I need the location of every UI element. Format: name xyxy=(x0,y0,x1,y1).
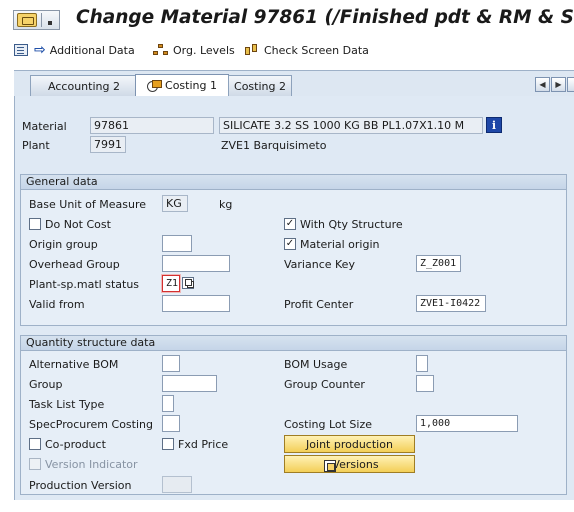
tab-list-button[interactable] xyxy=(567,77,574,92)
general-data-title: General data xyxy=(21,175,566,190)
tab-label: Costing 1 xyxy=(165,79,217,92)
arrow-right-icon: ⇨ xyxy=(34,42,46,58)
info-icon[interactable]: i xyxy=(486,117,502,133)
bom-usage-label: BOM Usage xyxy=(284,358,348,371)
org-levels-icon xyxy=(153,44,169,56)
check-screen-data-label: Check Screen Data xyxy=(264,43,369,57)
menu-icon[interactable] xyxy=(13,10,60,30)
version-indicator-checkbox xyxy=(29,458,41,470)
co-product-checkbox[interactable] xyxy=(29,438,41,450)
tab-label: Costing 2 xyxy=(234,79,286,93)
separator xyxy=(41,13,42,27)
valid-from-label: Valid from xyxy=(29,298,85,311)
bom-usage-input[interactable] xyxy=(416,355,428,372)
plant-description: ZVE1 Barquisimeto xyxy=(221,139,327,152)
fxd-price-label: Fxd Price xyxy=(178,438,229,451)
material-field: 97861 xyxy=(90,117,214,134)
task-list-type-label: Task List Type xyxy=(29,398,105,411)
group-label: Group xyxy=(29,378,63,391)
new-entries-button[interactable] xyxy=(14,41,32,59)
specprocurem-costing-label: SpecProcurem Costing xyxy=(29,418,153,431)
title-bar: Change Material 97861 (/Finished pdt & R… xyxy=(0,0,574,38)
costing-lot-size-label: Costing Lot Size xyxy=(284,418,373,431)
fxd-price-checkbox[interactable] xyxy=(162,438,174,450)
dropdown-dot-icon xyxy=(48,21,52,25)
material-description-field: SILICATE 3.2 SS 1000 KG BB PL1.07X1.10 M xyxy=(219,117,483,134)
plant-field: 7991 xyxy=(90,136,126,153)
plant-status-input[interactable]: Z1 xyxy=(162,275,180,292)
costing-lot-size-input[interactable]: 1,000 xyxy=(416,415,518,432)
profit-center-input[interactable]: ZVE1-I0422 xyxy=(416,295,486,312)
check-screen-data-icon xyxy=(244,44,260,56)
joint-production-label: Joint production xyxy=(306,437,393,451)
versions-button[interactable]: Versions xyxy=(284,455,415,473)
additional-data-label: Additional Data xyxy=(49,43,135,57)
group-counter-input[interactable] xyxy=(416,375,434,392)
origin-group-label: Origin group xyxy=(29,238,98,251)
tab-scroll-right-button[interactable]: ▶ xyxy=(551,77,566,92)
group-counter-label: Group Counter xyxy=(284,378,365,391)
search-help-icon[interactable] xyxy=(182,277,194,289)
profit-center-label: Profit Center xyxy=(284,298,354,311)
production-version-input xyxy=(162,476,192,493)
tab-accounting-2[interactable]: Accounting 2 xyxy=(30,75,138,96)
info-glyph: i xyxy=(491,118,497,132)
base-uom-label: Base Unit of Measure xyxy=(29,198,147,211)
application-toolbar: ⇨ Additional Data Org. Levels Check Scre… xyxy=(0,38,574,62)
origin-group-input[interactable] xyxy=(162,235,192,252)
overhead-group-label: Overhead Group xyxy=(29,258,120,271)
page-title: Change Material 97861 (/Finished pdt & R… xyxy=(76,7,574,28)
task-list-type-input[interactable] xyxy=(162,395,174,412)
alternative-bom-label: Alternative BOM xyxy=(29,358,119,371)
new-entries-icon xyxy=(14,44,28,56)
with-qty-structure-checkbox[interactable]: ✓ xyxy=(284,218,296,230)
version-indicator-label: Version Indicator xyxy=(45,458,138,471)
additional-data-button[interactable]: ⇨ Additional Data xyxy=(34,41,135,59)
valid-from-input[interactable] xyxy=(162,295,230,312)
production-version-label: Production Version xyxy=(29,479,132,492)
variance-key-label: Variance Key xyxy=(284,258,355,271)
checkmark-icon: ✓ xyxy=(285,238,295,249)
material-origin-checkbox[interactable]: ✓ xyxy=(284,238,296,250)
versions-icon xyxy=(324,460,337,472)
org-levels-button[interactable]: Org. Levels xyxy=(153,41,235,59)
joint-production-button[interactable]: Joint production xyxy=(284,435,415,453)
plant-label: Plant xyxy=(22,139,50,152)
tab-costing-1[interactable]: Costing 1 xyxy=(135,74,229,96)
tab-label: Accounting 2 xyxy=(48,79,120,93)
plant-status-label: Plant-sp.matl status xyxy=(29,278,140,291)
variance-key-input[interactable]: Z_Z001 xyxy=(416,255,461,272)
chevron-right-icon: ▶ xyxy=(555,80,562,89)
tab-costing-2[interactable]: Costing 2 xyxy=(228,75,292,96)
with-qty-structure-label: With Qty Structure xyxy=(300,218,403,231)
chevron-left-icon: ◀ xyxy=(539,80,546,89)
do-not-cost-checkbox[interactable] xyxy=(29,218,41,230)
quantity-structure-title: Quantity structure data xyxy=(21,336,566,351)
versions-label: Versions xyxy=(332,457,379,471)
system-menu-icon xyxy=(17,13,37,27)
specprocurem-costing-input[interactable] xyxy=(162,415,180,432)
base-uom-field: KG xyxy=(162,195,188,212)
co-product-label: Co-product xyxy=(45,438,106,451)
alternative-bom-input[interactable] xyxy=(162,355,180,372)
base-uom-text: kg xyxy=(219,198,233,211)
costing-icon xyxy=(147,80,163,92)
org-levels-label: Org. Levels xyxy=(173,43,235,57)
checkmark-icon: ✓ xyxy=(285,218,295,229)
material-label: Material xyxy=(22,120,67,133)
group-input[interactable] xyxy=(162,375,217,392)
do-not-cost-label: Do Not Cost xyxy=(45,218,111,231)
tab-scroll-left-button[interactable]: ◀ xyxy=(535,77,550,92)
check-screen-data-button[interactable]: Check Screen Data xyxy=(244,41,369,59)
overhead-group-input[interactable] xyxy=(162,255,230,272)
material-origin-label: Material origin xyxy=(300,238,380,251)
